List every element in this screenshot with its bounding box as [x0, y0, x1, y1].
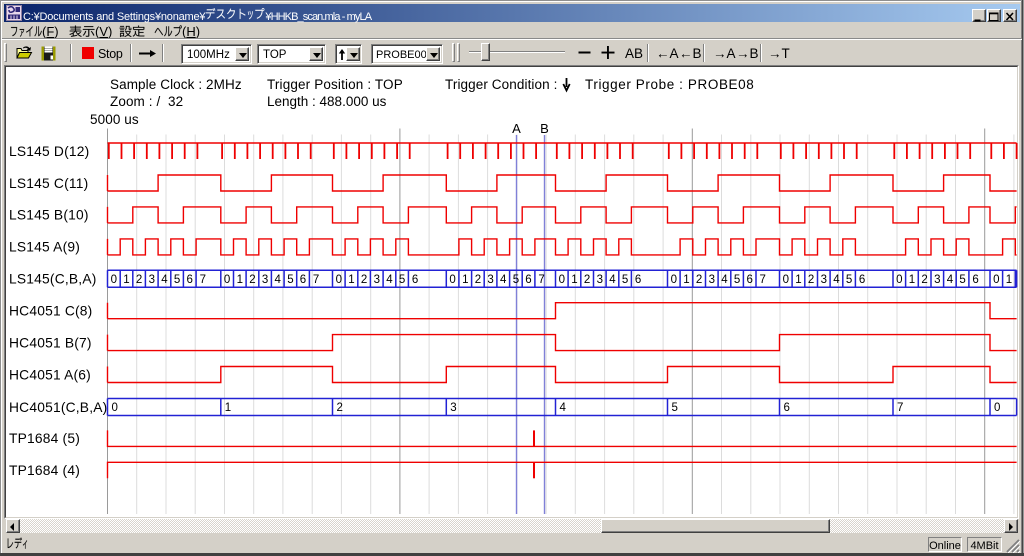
svg-text:0: 0: [449, 274, 455, 286]
svg-text:1: 1: [348, 274, 354, 286]
svg-text:4: 4: [274, 274, 281, 286]
svg-text:A: A: [512, 121, 521, 136]
svg-text:5: 5: [846, 274, 852, 286]
svg-text:3: 3: [149, 274, 155, 286]
svg-text:0: 0: [671, 274, 677, 286]
svg-text:5: 5: [959, 274, 965, 286]
svg-text:2: 2: [584, 274, 590, 286]
svg-text:3: 3: [709, 274, 715, 286]
svg-text:LS145 A(9): LS145 A(9): [9, 240, 80, 255]
svg-text:TP1684 (4): TP1684 (4): [9, 463, 80, 478]
svg-text:6: 6: [972, 274, 978, 286]
svg-text:2: 2: [475, 274, 481, 286]
svg-text:HC4051 A(6): HC4051 A(6): [9, 367, 91, 382]
svg-text:4: 4: [500, 274, 507, 286]
svg-text:0: 0: [994, 402, 1000, 414]
svg-text:TP1684 (5): TP1684 (5): [9, 431, 80, 446]
svg-text:2: 2: [808, 274, 814, 286]
svg-text:2: 2: [136, 274, 142, 286]
svg-text:7: 7: [200, 274, 206, 286]
svg-text:0: 0: [896, 274, 902, 286]
svg-text:2: 2: [921, 274, 927, 286]
svg-text:6: 6: [186, 274, 192, 286]
svg-text:Zoom : / 32: Zoom : / 32: [110, 94, 183, 109]
svg-text:7: 7: [538, 274, 544, 286]
svg-text:6: 6: [859, 274, 865, 286]
svg-text:4: 4: [833, 274, 840, 286]
svg-text:0: 0: [993, 274, 999, 286]
svg-text:4: 4: [386, 274, 393, 286]
svg-text:1: 1: [909, 274, 915, 286]
svg-text:6: 6: [784, 402, 790, 414]
svg-text:4: 4: [609, 274, 616, 286]
svg-text:6: 6: [635, 274, 641, 286]
svg-text:HC4051 B(7): HC4051 B(7): [9, 335, 92, 350]
svg-text:0: 0: [559, 274, 565, 286]
svg-text:7: 7: [760, 274, 766, 286]
svg-text:Length : 488.000 us: Length : 488.000 us: [267, 94, 387, 109]
svg-text:6: 6: [412, 274, 418, 286]
svg-text:3: 3: [374, 274, 380, 286]
svg-text:5: 5: [287, 274, 293, 286]
svg-text:Trigger Position : TOP: Trigger Position : TOP: [267, 77, 403, 92]
svg-text:1: 1: [571, 274, 577, 286]
svg-text:0: 0: [224, 274, 230, 286]
svg-text:1: 1: [1006, 274, 1012, 286]
svg-text:5: 5: [672, 402, 678, 414]
svg-text:7: 7: [897, 402, 903, 414]
svg-text:2: 2: [361, 274, 367, 286]
svg-text:3: 3: [450, 402, 456, 414]
svg-text:1: 1: [462, 274, 468, 286]
svg-text:4: 4: [947, 274, 954, 286]
svg-text:B: B: [540, 121, 549, 136]
svg-text:Trigger Condition :: Trigger Condition :: [445, 77, 557, 92]
svg-text:3: 3: [597, 274, 603, 286]
svg-text:1: 1: [683, 274, 689, 286]
svg-text:1: 1: [795, 274, 801, 286]
svg-text:0: 0: [112, 402, 118, 414]
svg-text:3: 3: [262, 274, 268, 286]
svg-text:LS145 D(12): LS145 D(12): [9, 144, 89, 159]
svg-text:6: 6: [300, 274, 306, 286]
svg-text:0: 0: [336, 274, 342, 286]
svg-text:6: 6: [525, 274, 531, 286]
svg-text:2: 2: [696, 274, 702, 286]
svg-text:4: 4: [161, 274, 168, 286]
svg-text:5: 5: [399, 274, 405, 286]
svg-text:LS145 B(10): LS145 B(10): [9, 208, 89, 223]
svg-text:5: 5: [734, 274, 740, 286]
svg-text:1: 1: [123, 274, 129, 286]
svg-text:4: 4: [560, 402, 567, 414]
svg-text:5: 5: [174, 274, 180, 286]
svg-text:2: 2: [337, 402, 343, 414]
svg-text:5000 us: 5000 us: [90, 112, 139, 127]
svg-text:3: 3: [934, 274, 940, 286]
svg-text:5: 5: [622, 274, 628, 286]
svg-text:Sample Clock : 2MHz: Sample Clock : 2MHz: [110, 77, 242, 92]
svg-text:3: 3: [821, 274, 827, 286]
svg-text:2: 2: [249, 274, 255, 286]
svg-text:4: 4: [721, 274, 728, 286]
svg-text:0: 0: [111, 274, 117, 286]
svg-text:5: 5: [513, 274, 519, 286]
svg-text:7: 7: [313, 274, 319, 286]
svg-text:Trigger Probe : PROBE08: Trigger Probe : PROBE08: [585, 77, 754, 92]
svg-text:1: 1: [225, 402, 231, 414]
svg-text:HC4051 C(8): HC4051 C(8): [9, 304, 92, 319]
svg-text:LS145 C(11): LS145 C(11): [9, 176, 88, 191]
svg-text:HC4051(C,B,A): HC4051(C,B,A): [9, 400, 107, 415]
svg-text:1: 1: [237, 274, 243, 286]
svg-text:LS145(C,B,A): LS145(C,B,A): [9, 272, 97, 287]
svg-text:0: 0: [783, 274, 789, 286]
svg-text:6: 6: [746, 274, 752, 286]
svg-text:3: 3: [487, 274, 493, 286]
